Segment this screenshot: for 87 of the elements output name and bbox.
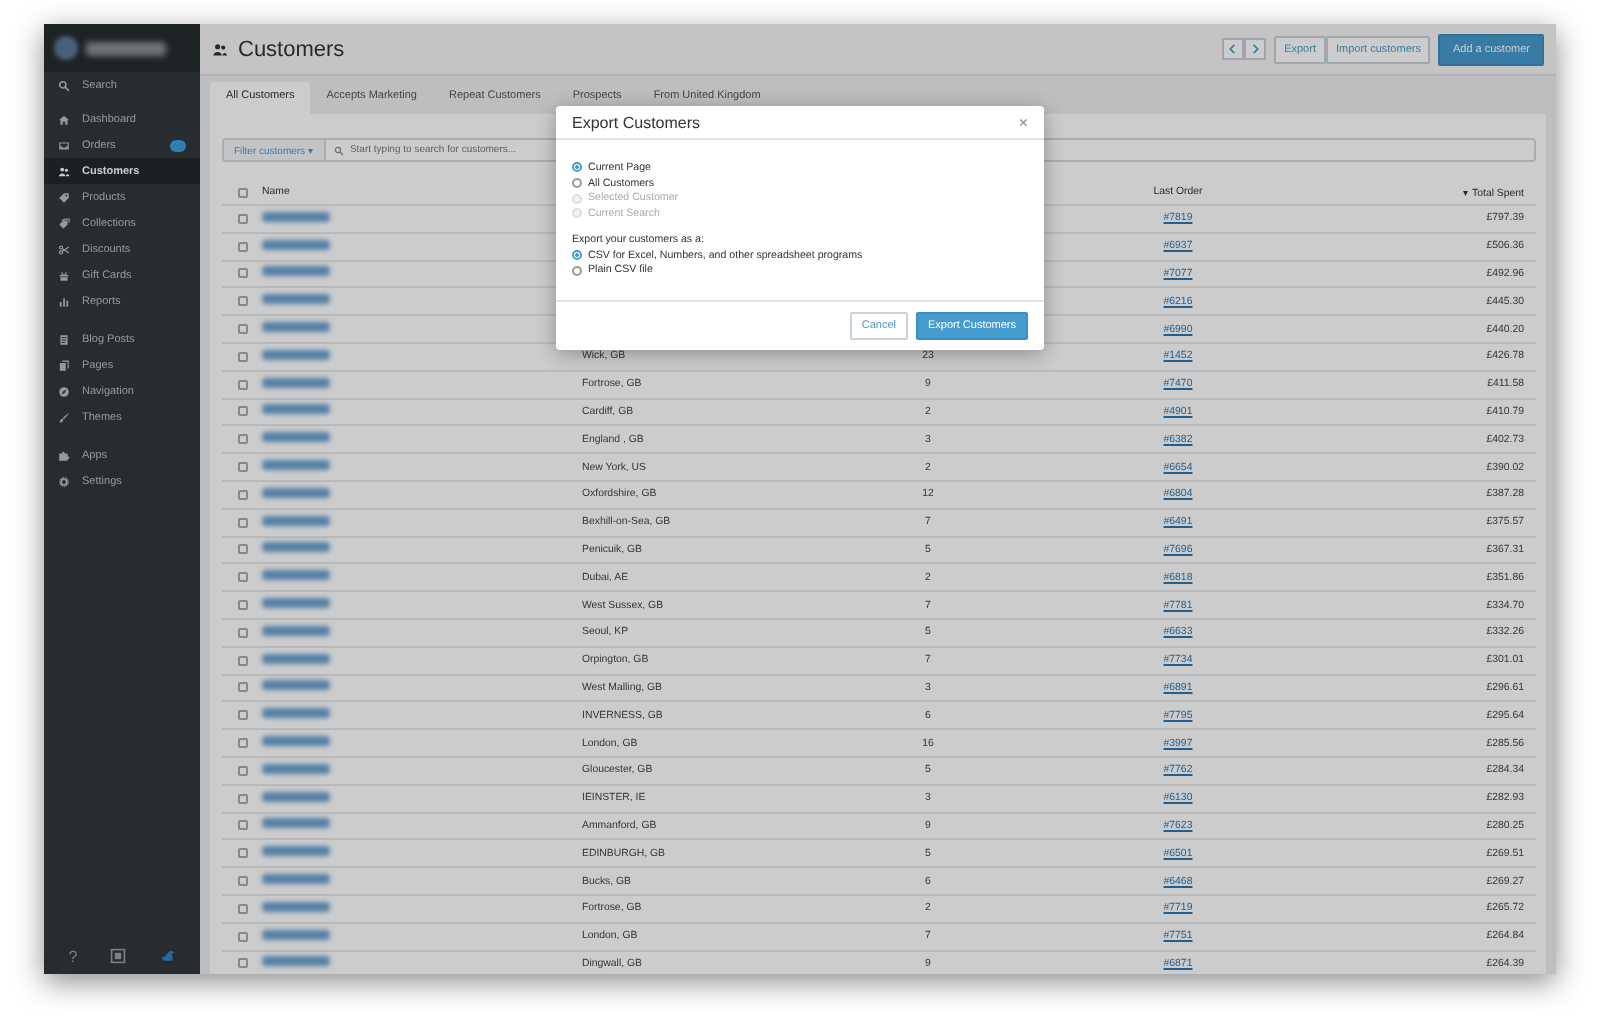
blurred-name[interactable] (262, 818, 330, 829)
blurred-name[interactable] (262, 598, 330, 609)
gift-icon (58, 269, 70, 281)
blurred-name[interactable] (262, 322, 330, 333)
blurred-name[interactable] (262, 404, 330, 415)
checkbox[interactable] (237, 544, 247, 555)
checkbox[interactable] (237, 406, 247, 417)
checkbox[interactable] (237, 517, 247, 528)
blurred-name[interactable] (262, 570, 330, 581)
dialog-title: Export Customers (572, 113, 701, 131)
blurred-name[interactable] (262, 294, 330, 305)
checkbox[interactable] (237, 241, 247, 252)
blurred-name[interactable] (262, 239, 330, 250)
checkbox[interactable] (237, 738, 247, 749)
checkbox[interactable] (237, 710, 247, 721)
people-icon (212, 41, 228, 57)
blurred-name[interactable] (262, 874, 330, 885)
checkbox[interactable] (237, 876, 247, 887)
blurred-name[interactable] (262, 680, 330, 691)
blurred-name[interactable] (262, 956, 330, 967)
scissors-icon (58, 243, 70, 255)
blurred-name[interactable] (262, 791, 330, 802)
blurred-name[interactable] (262, 653, 330, 664)
blurred-name[interactable] (262, 708, 330, 719)
checkbox[interactable] (237, 931, 247, 942)
blurred-name[interactable] (262, 432, 330, 443)
next-icon[interactable] (1244, 38, 1267, 60)
blurred-name[interactable] (262, 266, 330, 277)
tags-icon (58, 217, 70, 229)
blurred-name[interactable] (262, 542, 330, 553)
checkbox[interactable] (237, 600, 247, 611)
blurred-name[interactable] (262, 377, 330, 388)
checkbox[interactable] (237, 351, 247, 362)
blurred-name[interactable] (262, 515, 330, 526)
tag-icon (58, 191, 70, 203)
people-icon (58, 165, 70, 177)
house-icon (58, 113, 70, 125)
blurred-store-name (86, 41, 166, 55)
brush-icon (58, 411, 70, 423)
radio-button[interactable] (572, 265, 582, 276)
blurred-name[interactable] (262, 901, 330, 912)
checkbox[interactable] (237, 296, 247, 307)
close-button[interactable]: × (1018, 113, 1028, 131)
checkbox[interactable] (237, 379, 247, 390)
blurred-name[interactable] (262, 487, 330, 498)
checkbox[interactable] (237, 765, 247, 776)
gear-icon (58, 475, 70, 487)
radio-button[interactable] (572, 250, 582, 261)
checkbox[interactable] (237, 572, 247, 583)
blurred-name[interactable] (262, 846, 330, 857)
puzzle-icon (58, 449, 70, 461)
grid-icon[interactable] (110, 948, 127, 964)
checkbox[interactable] (237, 462, 247, 473)
checkbox[interactable] (237, 627, 247, 638)
document-icon (58, 333, 70, 345)
store-logo (54, 36, 78, 60)
checkbox[interactable] (237, 268, 247, 279)
checkbox[interactable] (237, 187, 247, 197)
checkbox[interactable] (237, 489, 247, 500)
checkbox[interactable] (237, 848, 247, 859)
checkbox[interactable] (237, 324, 247, 335)
blurred-name[interactable] (262, 929, 330, 940)
radio-button[interactable] (572, 162, 582, 173)
blurred-name[interactable] (262, 625, 330, 636)
previous-icon[interactable] (1222, 38, 1245, 60)
checkbox[interactable] (237, 655, 247, 666)
compass-icon (58, 385, 70, 397)
blurred-name[interactable] (262, 211, 330, 222)
checkbox[interactable] (237, 682, 247, 693)
checkbox[interactable] (237, 903, 247, 914)
checkbox[interactable] (237, 958, 247, 969)
checkbox[interactable] (237, 434, 247, 445)
help-link[interactable]: ? (68, 947, 78, 965)
bar-chart-icon (58, 295, 70, 307)
checkbox[interactable] (237, 213, 247, 224)
blurred-name[interactable] (262, 460, 330, 471)
blurred-name[interactable] (262, 736, 330, 747)
search-icon (58, 79, 70, 91)
pages-icon (58, 359, 70, 371)
page-title: Customers (238, 37, 345, 61)
bird-icon[interactable] (159, 948, 176, 964)
inbox-icon (58, 139, 70, 151)
blurred-name[interactable] (262, 763, 330, 774)
blurred-name[interactable] (262, 349, 330, 360)
checkbox[interactable] (237, 820, 247, 831)
radio-button[interactable] (572, 178, 582, 189)
checkbox[interactable] (237, 793, 247, 804)
